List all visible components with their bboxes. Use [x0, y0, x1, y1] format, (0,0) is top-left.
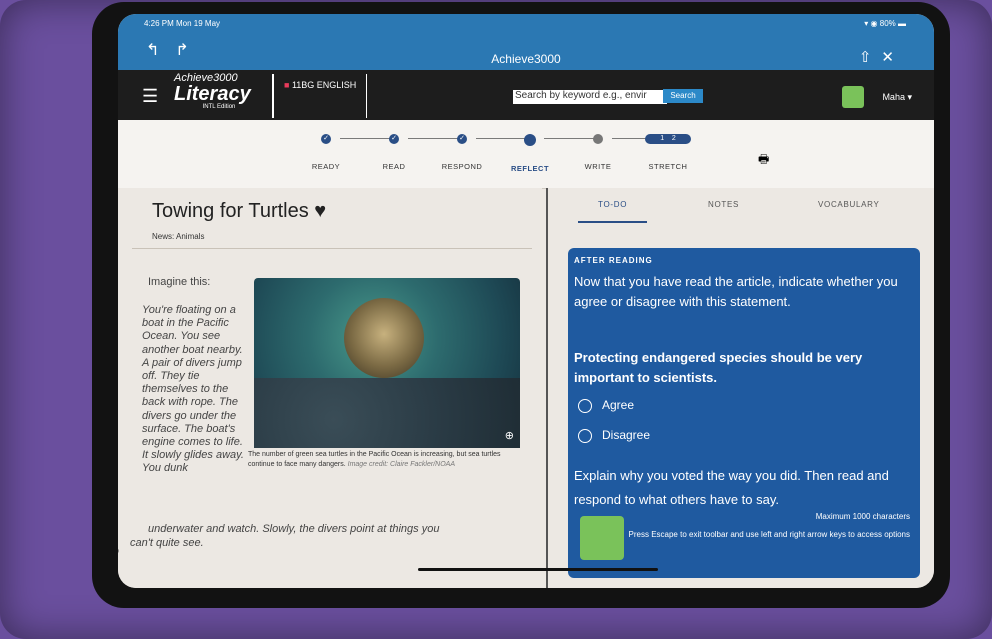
step-label: RESPOND — [441, 162, 483, 171]
status-bar: 4:26 PM Mon 19 May ▾ ◉ 80% ▬ — [118, 14, 934, 30]
share-icon[interactable]: ⇧ — [859, 49, 882, 66]
user-menu[interactable]: Maha ▾ — [882, 92, 912, 103]
step-write[interactable]: WRITE — [568, 134, 628, 171]
article-paragraph-wide: underwater and watch. Slowly, the divers… — [118, 522, 538, 550]
check-icon: ✓ — [321, 134, 331, 144]
after-reading-panel: AFTER READING Now that you have read the… — [568, 248, 920, 578]
toolbar-hint: Press Escape to exit toolbar and use lef… — [628, 530, 910, 539]
step-read[interactable]: ✓ READ — [364, 134, 424, 171]
explain-prompt: Explain why you voted the way you did. T… — [574, 468, 889, 507]
zoom-icon[interactable]: ⊕ — [505, 429, 514, 442]
activity-pane: TO-DO NOTES VOCABULARY AFTER READING Now… — [546, 188, 934, 588]
step-label: READY — [311, 162, 341, 171]
turtle-shape — [344, 298, 424, 378]
badge-2: 2 — [671, 135, 676, 142]
avatar[interactable] — [842, 86, 864, 108]
check-icon: ✓ — [457, 134, 467, 144]
badge-1: 1 — [660, 135, 665, 142]
poll-statement: Protecting endangered species should be … — [574, 350, 863, 385]
app-header: ☰ Achieve3000 Literacy INTL Edition ■ 11… — [118, 70, 934, 120]
screen: 4:26 PM Mon 19 May ▾ ◉ 80% ▬ ↰↱ Achieve3… — [118, 14, 934, 588]
step-label: READ — [382, 162, 406, 171]
print-icon[interactable]: 🖶 — [758, 150, 769, 171]
article-title: Towing for Turtles ♥ — [152, 200, 326, 223]
status-time: 4:26 PM Mon 19 May — [144, 19, 221, 28]
course-selector[interactable]: ■ 11BG ENGLISH — [272, 74, 368, 118]
image-caption: The number of green sea turtles in the P… — [248, 450, 508, 470]
battery-indicator: ▾ ◉ 80% ▬ — [864, 19, 906, 28]
current-dot-icon — [524, 134, 536, 146]
article-title-text: Towing for Turtles — [152, 200, 309, 222]
course-dot-icon: ■ — [284, 80, 292, 90]
tab-todo[interactable]: TO-DO — [578, 200, 648, 223]
paragraph-line: underwater and watch. Slowly, the divers… — [148, 523, 440, 535]
battery-percent: 80% — [879, 19, 896, 28]
image-credit: Image credit: Claire Fackler/NOAA — [347, 461, 455, 468]
step-progress: ✓ READY ✓ READ ✓ RESPOND REFLECT WRITE 1 2 … — [118, 120, 934, 189]
user-name: Maha — [882, 92, 905, 102]
step-label: REFLECT — [510, 164, 550, 173]
step-ready[interactable]: ✓ READY — [296, 134, 356, 171]
step-respond[interactable]: ✓ RESPOND — [432, 134, 492, 171]
article-category: News: Animals — [152, 232, 205, 241]
browser-toolbar: ↰↱ Achieve3000 ⇧✕ — [118, 30, 934, 70]
stretch-badges: 1 2 — [645, 134, 691, 144]
reef-shape — [254, 378, 520, 448]
chevron-down-icon: ▾ — [907, 92, 912, 102]
logo-main: Literacy — [174, 83, 251, 105]
pending-dot-icon — [593, 134, 603, 144]
heart-icon[interactable]: ♥ — [314, 200, 326, 222]
paragraph-line: can't quite see. — [130, 537, 204, 549]
step-label: STRETCH — [648, 162, 688, 171]
step-reflect[interactable]: REFLECT — [500, 134, 560, 173]
article-intro: Imagine this: — [148, 276, 211, 288]
menu-icon[interactable]: ☰ — [142, 86, 158, 107]
panel-instruction: Now that you have read the article, indi… — [574, 274, 898, 309]
step-label: WRITE — [584, 162, 612, 171]
article-paragraph: You're floating on a boat in the Pacific… — [142, 304, 244, 475]
check-icon: ✓ — [389, 134, 399, 144]
character-limit: Maximum 1000 characters — [815, 512, 910, 521]
search-button[interactable]: Search — [663, 89, 703, 103]
disagree-option[interactable]: Disagree — [578, 428, 650, 443]
course-name: 11BG ENGLISH — [291, 80, 357, 90]
browser-title: Achieve3000 — [491, 52, 561, 66]
close-icon[interactable]: ✕ — [881, 49, 904, 66]
radio-icon — [578, 428, 592, 443]
tab-vocabulary[interactable]: VOCABULARY — [818, 200, 880, 209]
option-label: Agree — [602, 398, 635, 412]
question-icon[interactable]: ? — [118, 542, 119, 570]
panel-heading: AFTER READING — [574, 256, 653, 265]
step-stretch[interactable]: 1 2 STRETCH — [638, 134, 698, 171]
browser-actions: ⇧✕ — [859, 48, 904, 66]
divider — [132, 248, 532, 249]
home-indicator[interactable] — [418, 568, 658, 571]
tab-notes[interactable]: NOTES — [708, 200, 739, 209]
agree-option[interactable]: Agree — [578, 398, 634, 413]
search-input[interactable]: Search by keyword e.g., envir — [513, 90, 667, 104]
option-label: Disagree — [602, 428, 651, 442]
article-pane: Towing for Turtles ♥ News: Animals Imagi… — [118, 188, 542, 588]
article-image: ⊕ — [254, 278, 520, 448]
radio-icon — [578, 398, 592, 413]
logo[interactable]: Achieve3000 Literacy INTL Edition — [174, 72, 264, 110]
activity-tabs: TO-DO NOTES VOCABULARY — [548, 200, 934, 226]
